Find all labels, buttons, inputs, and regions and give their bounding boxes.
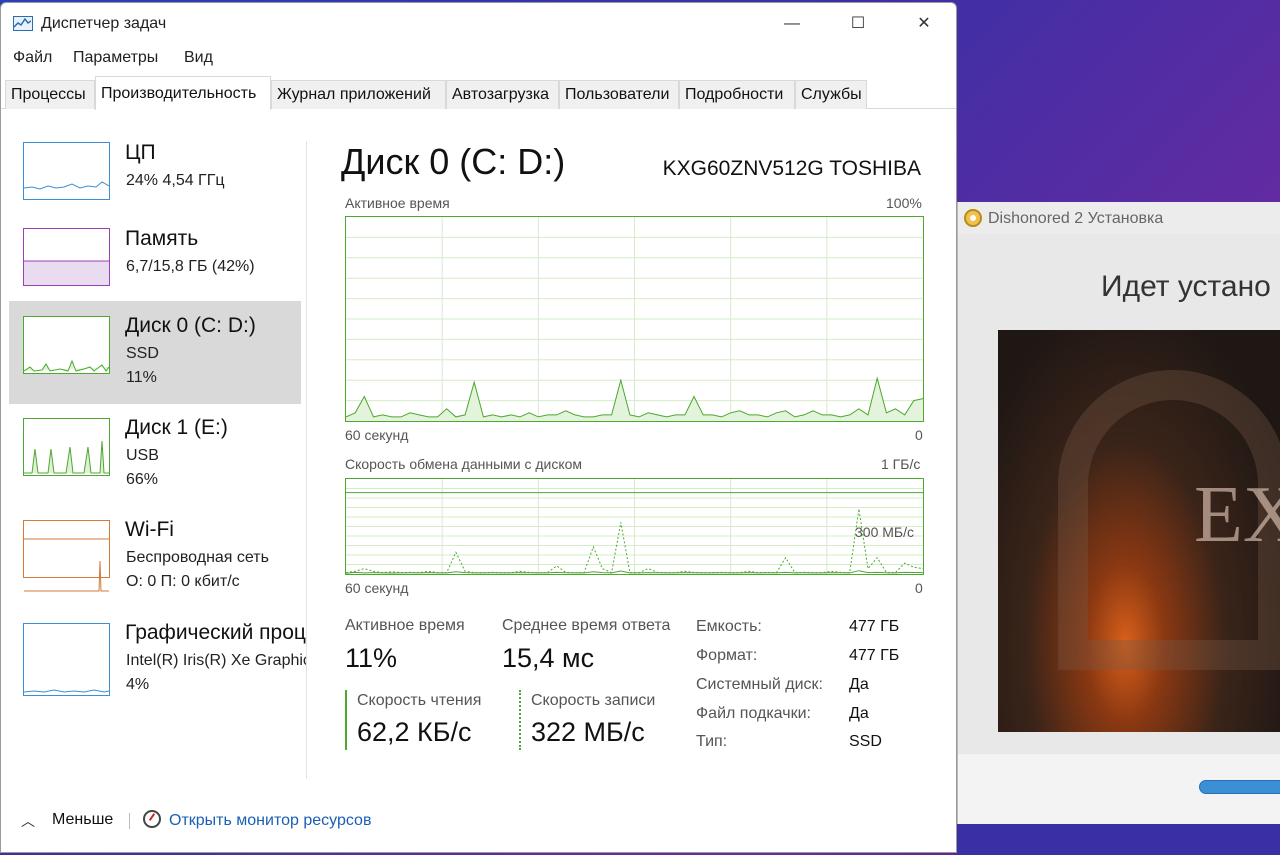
tab-app-history[interactable]: Журнал приложений	[271, 80, 446, 109]
capacity-value: 477 ГБ	[849, 618, 900, 635]
sidebar-item-name: Графический процессор	[125, 621, 306, 644]
tab-processes[interactable]: Процессы	[5, 80, 95, 109]
menu-file[interactable]: Файл	[13, 49, 52, 67]
response-time-label: Среднее время ответа	[502, 617, 671, 634]
chevron-up-icon[interactable]: ︿	[21, 811, 35, 831]
disk1-thumbnail-graph	[23, 418, 110, 476]
transfer-rate-graph	[345, 478, 924, 575]
tab-bar: Процессы Производительность Журнал прило…	[1, 75, 956, 110]
sidebar-item-name: Wi-Fi	[125, 518, 174, 541]
sidebar-item-disk0[interactable]: Диск 0 (C: D:) SSD 11%	[9, 301, 301, 404]
response-time-value: 15,4 мс	[502, 643, 595, 673]
sidebar-item-detail: 6,7/15,8 ГБ (42%)	[126, 258, 255, 275]
format-value: 477 ГБ	[849, 647, 900, 664]
read-speed-marker	[345, 690, 347, 750]
sidebar-item-usage: 66%	[126, 471, 159, 488]
disk-model: KXG60ZNV512G TOSHIBA	[662, 157, 921, 180]
capacity-label: Емкость:	[696, 618, 762, 635]
system-disk-label: Системный диск:	[696, 676, 823, 693]
active-time-graph-min: 0	[915, 427, 923, 443]
sidebar-item-throughput: О: 0 П: 0 кбит/с	[126, 573, 240, 590]
resource-sidebar: ЦП 24% 4,54 ГГц Память 6,7/15,8 ГБ (42%)…	[1, 129, 306, 779]
transfer-rate-graph-max: 1 ГБ/с	[881, 456, 921, 472]
page-file-label: Файл подкачки:	[696, 705, 811, 722]
cpu-thumbnail-graph	[23, 142, 110, 200]
page-file-value: Да	[849, 705, 869, 722]
sidebar-item-gpu[interactable]: Графический процессор Intel(R) Iris(R) X…	[9, 610, 306, 713]
title-bar[interactable]: Диспетчер задач — ☐ ✕	[1, 3, 956, 43]
close-button[interactable]: ✕	[901, 11, 947, 37]
installer-app-icon	[964, 209, 982, 227]
sidebar-item-name: ЦП	[125, 141, 156, 164]
installer-artwork: EX	[998, 330, 1280, 732]
page-title: Диск 0 (C: D:)	[341, 141, 566, 182]
transfer-rate-graph-min: 0	[915, 580, 923, 596]
sidebar-item-name: Диск 1 (E:)	[125, 416, 228, 439]
sidebar-item-disk1[interactable]: Диск 1 (E:) USB 66%	[9, 404, 301, 507]
open-resource-monitor-link[interactable]: Открыть монитор ресурсов	[169, 812, 371, 830]
type-value: SSD	[849, 733, 882, 750]
task-manager-icon	[13, 16, 33, 31]
tab-services[interactable]: Службы	[795, 80, 867, 109]
wifi-thumbnail-graph	[23, 520, 110, 592]
footer-bar: ︿ Меньше Открыть монитор ресурсов	[1, 803, 956, 839]
active-time-value: 11%	[345, 643, 398, 673]
sidebar-item-detail: Intel(R) Iris(R) Xe Graphics	[126, 652, 306, 669]
tab-users[interactable]: Пользователи	[559, 80, 679, 109]
installer-window: Dishonored 2 Установка Идет устано EX	[957, 202, 1280, 824]
desktop-background	[957, 824, 1280, 855]
artwork-text: EX	[1194, 471, 1280, 559]
active-time-graph-timespan: 60 секунд	[345, 427, 409, 443]
transfer-rate-graph-label: Скорость обмена данными с диском	[345, 456, 583, 472]
transfer-rate-graph-timespan: 60 секунд	[345, 580, 409, 596]
tab-startup[interactable]: Автозагрузка	[446, 80, 559, 109]
tab-performance[interactable]: Производительность	[95, 76, 271, 110]
active-time-graph-max: 100%	[886, 195, 922, 211]
disk0-thumbnail-graph	[23, 316, 110, 374]
tab-details[interactable]: Подробности	[679, 80, 795, 109]
sidebar-item-wifi[interactable]: Wi-Fi Беспроводная сеть О: 0 П: 0 кбит/с	[9, 507, 301, 610]
active-time-graph-label: Активное время	[345, 195, 450, 211]
format-label: Формат:	[696, 647, 758, 664]
sidebar-item-usage: 4%	[126, 676, 150, 693]
read-speed-value: 62,2 КБ/с	[357, 717, 472, 747]
gpu-thumbnail-graph	[23, 623, 110, 696]
minimize-button[interactable]: —	[769, 11, 815, 37]
menu-view[interactable]: Вид	[184, 49, 213, 67]
transfer-rate-graph-mid: 300 МБ/с	[855, 524, 914, 540]
task-manager-window: Диспетчер задач — ☐ ✕ Файл Параметры Вид…	[0, 2, 957, 853]
write-speed-marker	[519, 690, 521, 750]
menu-options[interactable]: Параметры	[73, 49, 158, 67]
resource-monitor-icon	[143, 810, 161, 828]
maximize-button[interactable]: ☐	[835, 11, 881, 37]
sidebar-item-type: Беспроводная сеть	[126, 549, 269, 566]
write-speed-label: Скорость записи	[531, 692, 656, 709]
sidebar-item-type: USB	[126, 447, 159, 464]
sidebar-item-name: Память	[125, 227, 199, 250]
installer-heading: Идет устано	[1101, 270, 1271, 303]
fewer-details-button[interactable]: Меньше	[52, 811, 113, 829]
write-speed-value: 322 МБ/с	[531, 717, 645, 747]
type-label: Тип:	[696, 733, 728, 750]
system-disk-value: Да	[849, 676, 869, 693]
installer-title: Dishonored 2 Установка	[988, 210, 1164, 227]
installer-progress-bar	[1199, 780, 1280, 794]
active-time-graph	[345, 216, 924, 422]
sidebar-item-detail: 24% 4,54 ГГц	[126, 172, 225, 189]
sidebar-item-name: Диск 0 (C: D:)	[125, 314, 256, 337]
installer-title-bar[interactable]: Dishonored 2 Установка	[958, 202, 1280, 234]
active-time-label: Активное время	[345, 617, 465, 634]
sidebar-divider	[306, 141, 307, 779]
sidebar-item-type: SSD	[126, 345, 159, 362]
sidebar-item-usage: 11%	[126, 369, 157, 386]
window-title: Диспетчер задач	[41, 15, 167, 32]
memory-thumbnail-graph	[23, 228, 110, 286]
footer-divider	[129, 813, 130, 829]
read-speed-label: Скорость чтения	[357, 692, 482, 709]
